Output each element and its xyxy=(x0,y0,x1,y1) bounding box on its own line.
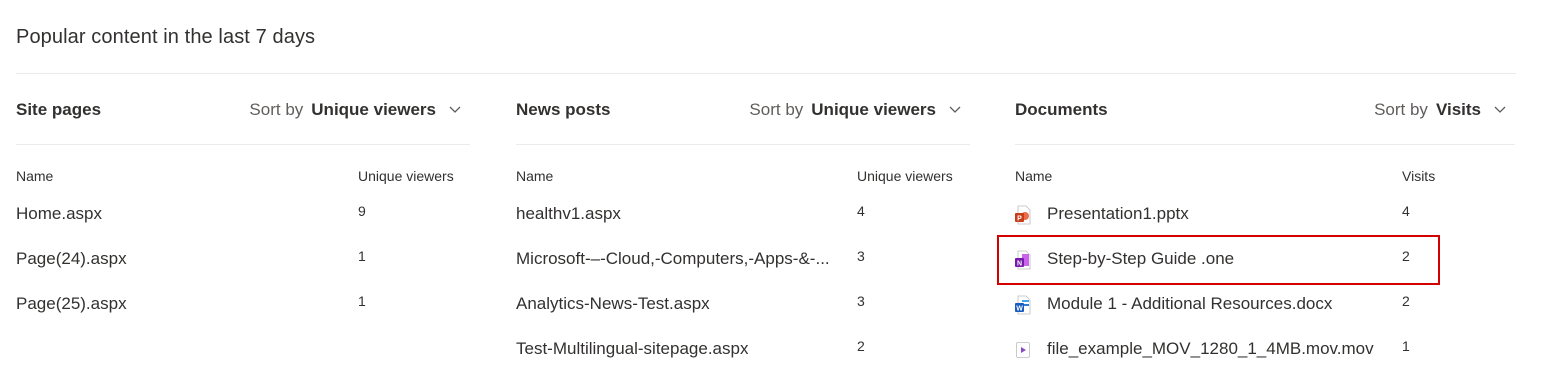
site-pages-panel: Site pages Sort by Unique viewers Name U… xyxy=(16,0,470,373)
table-row[interactable]: healthv1.aspx 4 xyxy=(516,203,970,244)
sort-value: Unique viewers xyxy=(311,100,436,119)
unique-viewers-value: 1 xyxy=(358,293,366,309)
table-row[interactable]: Page(25).aspx 1 xyxy=(16,293,470,334)
page-name-link[interactable]: Page(24).aspx xyxy=(16,249,127,269)
news-post-link[interactable]: healthv1.aspx xyxy=(516,204,621,224)
news-posts-panel: News posts Sort by Unique viewers Name U… xyxy=(516,0,970,373)
sort-dropdown[interactable]: Sort by Unique viewers xyxy=(249,100,462,120)
document-link[interactable]: Module 1 - Additional Resources.docx xyxy=(1047,294,1332,314)
table-row[interactable]: Test-Multilingual-sitepage.aspx 2 xyxy=(516,338,970,379)
news-post-link[interactable]: Microsoft-–-Cloud,-Computers,-Apps-&-... xyxy=(516,249,830,269)
column-header-visits[interactable]: Visits xyxy=(1402,168,1435,184)
powerpoint-icon: P xyxy=(1015,205,1031,225)
panel-divider xyxy=(516,144,970,145)
sort-value: Visits xyxy=(1435,100,1481,119)
chevron-down-icon xyxy=(949,106,961,113)
unique-viewers-value: 4 xyxy=(857,203,865,219)
column-header-name[interactable]: Name xyxy=(1015,168,1052,184)
panel-title: News posts xyxy=(516,100,611,119)
video-icon xyxy=(1016,342,1030,358)
svg-text:P: P xyxy=(1017,216,1022,223)
word-icon: W xyxy=(1015,295,1031,315)
column-header-name[interactable]: Name xyxy=(16,168,53,184)
panel-title: Documents xyxy=(1015,100,1108,119)
visits-value: 4 xyxy=(1402,203,1410,219)
document-link[interactable]: Presentation1.pptx xyxy=(1047,204,1189,224)
sort-dropdown[interactable]: Sort by Visits xyxy=(1374,100,1507,120)
documents-panel: Documents Sort by Visits Name Visits P P… xyxy=(1015,0,1515,373)
sort-dropdown[interactable]: Sort by Unique viewers xyxy=(749,100,962,120)
unique-viewers-value: 9 xyxy=(358,203,366,219)
sort-label: Sort by xyxy=(749,100,804,119)
sort-label: Sort by xyxy=(1374,100,1428,119)
table-row[interactable]: W Module 1 - Additional Resources.docx 2 xyxy=(1015,293,1469,334)
unique-viewers-value: 3 xyxy=(857,293,865,309)
svg-text:W: W xyxy=(1016,306,1023,313)
unique-viewers-value: 2 xyxy=(857,338,865,354)
unique-viewers-value: 1 xyxy=(358,248,366,264)
panel-title: Site pages xyxy=(16,100,102,119)
table-row[interactable]: file_example_MOV_1280_1_4MB.mov.mov 1 xyxy=(1015,338,1469,379)
column-header-unique-viewers[interactable]: Unique viewers xyxy=(857,168,953,184)
visits-value: 2 xyxy=(1402,293,1410,309)
table-row[interactable]: Home.aspx 9 xyxy=(16,203,470,244)
table-row[interactable]: Page(24).aspx 1 xyxy=(16,248,470,289)
chevron-down-icon xyxy=(449,106,461,113)
chevron-down-icon xyxy=(1494,106,1506,113)
panel-divider xyxy=(1015,144,1515,145)
news-post-link[interactable]: Analytics-News-Test.aspx xyxy=(516,294,710,314)
column-header-name[interactable]: Name xyxy=(516,168,553,184)
panel-divider xyxy=(16,144,470,145)
table-row[interactable]: Analytics-News-Test.aspx 3 xyxy=(516,293,970,334)
unique-viewers-value: 3 xyxy=(857,248,865,264)
column-header-unique-viewers[interactable]: Unique viewers xyxy=(358,168,454,184)
page-name-link[interactable]: Home.aspx xyxy=(16,204,102,224)
page-name-link[interactable]: Page(25).aspx xyxy=(16,294,127,314)
sort-value: Unique viewers xyxy=(811,100,936,119)
news-post-link[interactable]: Test-Multilingual-sitepage.aspx xyxy=(516,339,748,359)
sort-label: Sort by xyxy=(249,100,304,119)
document-link[interactable]: file_example_MOV_1280_1_4MB.mov.mov xyxy=(1047,339,1374,359)
visits-value: 1 xyxy=(1402,338,1410,354)
table-row[interactable]: Microsoft-–-Cloud,-Computers,-Apps-&-...… xyxy=(516,248,970,289)
highlight-box xyxy=(997,235,1440,285)
